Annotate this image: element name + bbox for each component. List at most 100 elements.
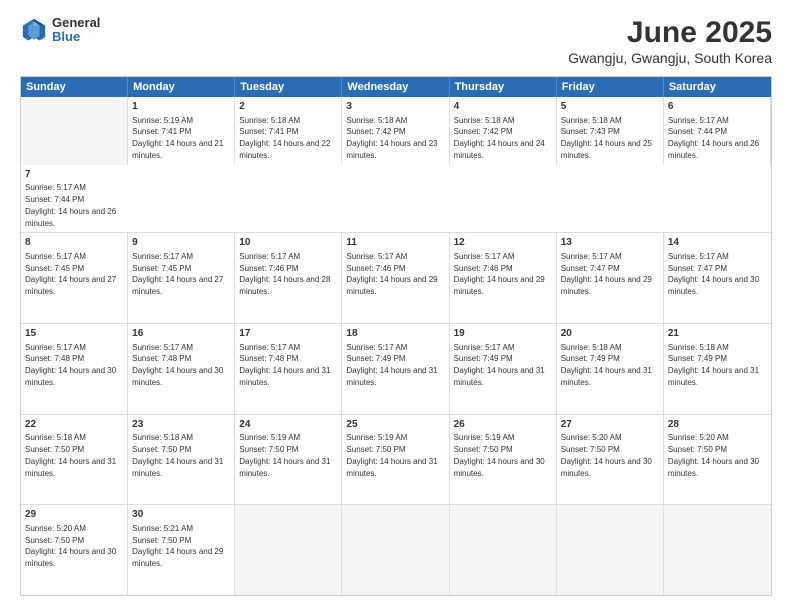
- daylight: Daylight: 14 hours and 25 minutes.: [561, 139, 652, 160]
- calendar-cell: 22Sunrise: 5:18 AMSunset: 7:50 PMDayligh…: [21, 415, 128, 505]
- sunrise: Sunrise: 5:18 AM: [561, 116, 622, 125]
- day-number: 19: [454, 327, 552, 341]
- daylight: Daylight: 14 hours and 31 minutes.: [346, 366, 437, 387]
- calendar-row: 1Sunrise: 5:19 AMSunset: 7:41 PMDaylight…: [21, 97, 771, 233]
- sunset: Sunset: 7:48 PM: [132, 354, 191, 363]
- sunset: Sunset: 7:49 PM: [346, 354, 405, 363]
- calendar-cell: 27Sunrise: 5:20 AMSunset: 7:50 PMDayligh…: [557, 415, 664, 505]
- sunrise: Sunrise: 5:19 AM: [239, 433, 300, 442]
- calendar-cell: 6Sunrise: 5:17 AMSunset: 7:44 PMDaylight…: [664, 97, 771, 165]
- day-number: 30: [132, 508, 230, 522]
- sunset: Sunset: 7:44 PM: [25, 195, 84, 204]
- day-number: 14: [668, 236, 767, 250]
- sunrise: Sunrise: 5:17 AM: [25, 183, 86, 192]
- sunset: Sunset: 7:41 PM: [132, 127, 191, 136]
- sunset: Sunset: 7:50 PM: [132, 445, 191, 454]
- page: General Blue June 2025 Gwangju, Gwangju,…: [0, 0, 792, 612]
- calendar-cell: 14Sunrise: 5:17 AMSunset: 7:47 PMDayligh…: [664, 233, 771, 323]
- day-number: 22: [25, 418, 123, 432]
- sunrise: Sunrise: 5:18 AM: [561, 343, 622, 352]
- sunrise: Sunrise: 5:17 AM: [25, 252, 86, 261]
- calendar-row: 15Sunrise: 5:17 AMSunset: 7:48 PMDayligh…: [21, 324, 771, 415]
- sunrise: Sunrise: 5:20 AM: [561, 433, 622, 442]
- daylight: Daylight: 14 hours and 30 minutes.: [454, 457, 545, 478]
- sunrise: Sunrise: 5:17 AM: [239, 252, 300, 261]
- daylight: Daylight: 14 hours and 31 minutes.: [668, 366, 759, 387]
- daylight: Daylight: 14 hours and 30 minutes.: [25, 366, 116, 387]
- logo-general: General: [52, 16, 100, 30]
- calendar-cell: 20Sunrise: 5:18 AMSunset: 7:49 PMDayligh…: [557, 324, 664, 414]
- sunrise: Sunrise: 5:21 AM: [132, 524, 193, 533]
- sunrise: Sunrise: 5:18 AM: [25, 433, 86, 442]
- calendar-cell: 9Sunrise: 5:17 AMSunset: 7:45 PMDaylight…: [128, 233, 235, 323]
- sunrise: Sunrise: 5:20 AM: [25, 524, 86, 533]
- calendar-row: 8Sunrise: 5:17 AMSunset: 7:45 PMDaylight…: [21, 233, 771, 324]
- calendar-cell: 13Sunrise: 5:17 AMSunset: 7:47 PMDayligh…: [557, 233, 664, 323]
- sunset: Sunset: 7:43 PM: [561, 127, 620, 136]
- calendar-cell: 3Sunrise: 5:18 AMSunset: 7:42 PMDaylight…: [342, 97, 449, 165]
- calendar-header-cell: Tuesday: [235, 77, 342, 97]
- sunset: Sunset: 7:49 PM: [454, 354, 513, 363]
- sunset: Sunset: 7:41 PM: [239, 127, 298, 136]
- day-number: 12: [454, 236, 552, 250]
- calendar-header-cell: Wednesday: [342, 77, 449, 97]
- logo: General Blue: [20, 16, 100, 45]
- day-number: 4: [454, 100, 552, 114]
- daylight: Daylight: 14 hours and 26 minutes.: [668, 139, 759, 160]
- day-number: 21: [668, 327, 767, 341]
- sunset: Sunset: 7:42 PM: [346, 127, 405, 136]
- sunrise: Sunrise: 5:17 AM: [668, 116, 729, 125]
- sunset: Sunset: 7:42 PM: [454, 127, 513, 136]
- sunrise: Sunrise: 5:18 AM: [346, 116, 407, 125]
- day-number: 25: [346, 418, 444, 432]
- sunset: Sunset: 7:48 PM: [239, 354, 298, 363]
- sunrise: Sunrise: 5:17 AM: [132, 252, 193, 261]
- logo-text: General Blue: [52, 16, 100, 45]
- sunset: Sunset: 7:45 PM: [25, 264, 84, 273]
- calendar-header-cell: Sunday: [21, 77, 128, 97]
- calendar-cell: 2Sunrise: 5:18 AMSunset: 7:41 PMDaylight…: [235, 97, 342, 165]
- sunset: Sunset: 7:50 PM: [239, 445, 298, 454]
- day-number: 24: [239, 418, 337, 432]
- day-number: 18: [346, 327, 444, 341]
- daylight: Daylight: 14 hours and 27 minutes.: [25, 275, 116, 296]
- daylight: Daylight: 14 hours and 30 minutes.: [668, 275, 759, 296]
- daylight: Daylight: 14 hours and 21 minutes.: [132, 139, 223, 160]
- calendar-cell: 28Sunrise: 5:20 AMSunset: 7:50 PMDayligh…: [664, 415, 771, 505]
- sunrise: Sunrise: 5:17 AM: [132, 343, 193, 352]
- calendar-cell: 23Sunrise: 5:18 AMSunset: 7:50 PMDayligh…: [128, 415, 235, 505]
- calendar-cell: 7Sunrise: 5:17 AM Sunset: 7:44 PM Daylight…: [21, 165, 128, 233]
- day-number: 28: [668, 418, 767, 432]
- calendar-cell: 26Sunrise: 5:19 AMSunset: 7:50 PMDayligh…: [450, 415, 557, 505]
- day-number: 7: [25, 168, 124, 182]
- sunrise: Sunrise: 5:17 AM: [346, 343, 407, 352]
- sunrise: Sunrise: 5:20 AM: [668, 433, 729, 442]
- calendar-row: 22Sunrise: 5:18 AM Sunset: 7:50 PM Dayligh…: [21, 415, 771, 506]
- calendar-cell: 18 Sunrise: 5:17 AM Sunset: 7:49 PM Dayligh…: [342, 324, 449, 414]
- sunset: Sunset: 7:50 PM: [454, 445, 513, 454]
- daylight: Daylight: 14 hours and 31 minutes.: [454, 366, 545, 387]
- subtitle: Gwangju, Gwangju, South Korea: [568, 50, 772, 66]
- daylight: Daylight: 14 hours and 29 minutes.: [132, 547, 223, 568]
- day-number: 3: [346, 100, 444, 114]
- sunrise: Sunrise: 5:17 AM: [454, 343, 515, 352]
- daylight: Daylight: 14 hours and 29 minutes.: [561, 275, 652, 296]
- sunrise: Sunrise: 5:19 AM: [454, 433, 515, 442]
- sunset: Sunset: 7:50 PM: [132, 536, 191, 545]
- calendar-header-cell: Monday: [128, 77, 235, 97]
- calendar-cell: 4Sunrise: 5:18 AMSunset: 7:42 PMDaylight…: [450, 97, 557, 165]
- daylight: Daylight: 14 hours and 31 minutes.: [561, 366, 652, 387]
- day-number: 13: [561, 236, 659, 250]
- calendar-header-cell: Friday: [557, 77, 664, 97]
- daylight: Daylight: 14 hours and 29 minutes.: [346, 275, 437, 296]
- calendar-header-cell: Thursday: [450, 77, 557, 97]
- sunrise: Sunrise: 5:17 AM: [346, 252, 407, 261]
- daylight: Daylight: 14 hours and 26 minutes.: [25, 207, 116, 228]
- sunrise: Sunrise: 5:17 AM: [561, 252, 622, 261]
- calendar-cell: 19 Sunrise: 5:17 AM Sunset: 7:49 PM Dayligh…: [450, 324, 557, 414]
- calendar-cell: [21, 97, 128, 165]
- daylight: Daylight: 14 hours and 24 minutes.: [454, 139, 545, 160]
- calendar-header: SundayMondayTuesdayWednesdayThursdayFrid…: [21, 77, 771, 97]
- calendar-cell: 16Sunrise: 5:17 AMSunset: 7:48 PMDayligh…: [128, 324, 235, 414]
- sunset: Sunset: 7:50 PM: [25, 445, 84, 454]
